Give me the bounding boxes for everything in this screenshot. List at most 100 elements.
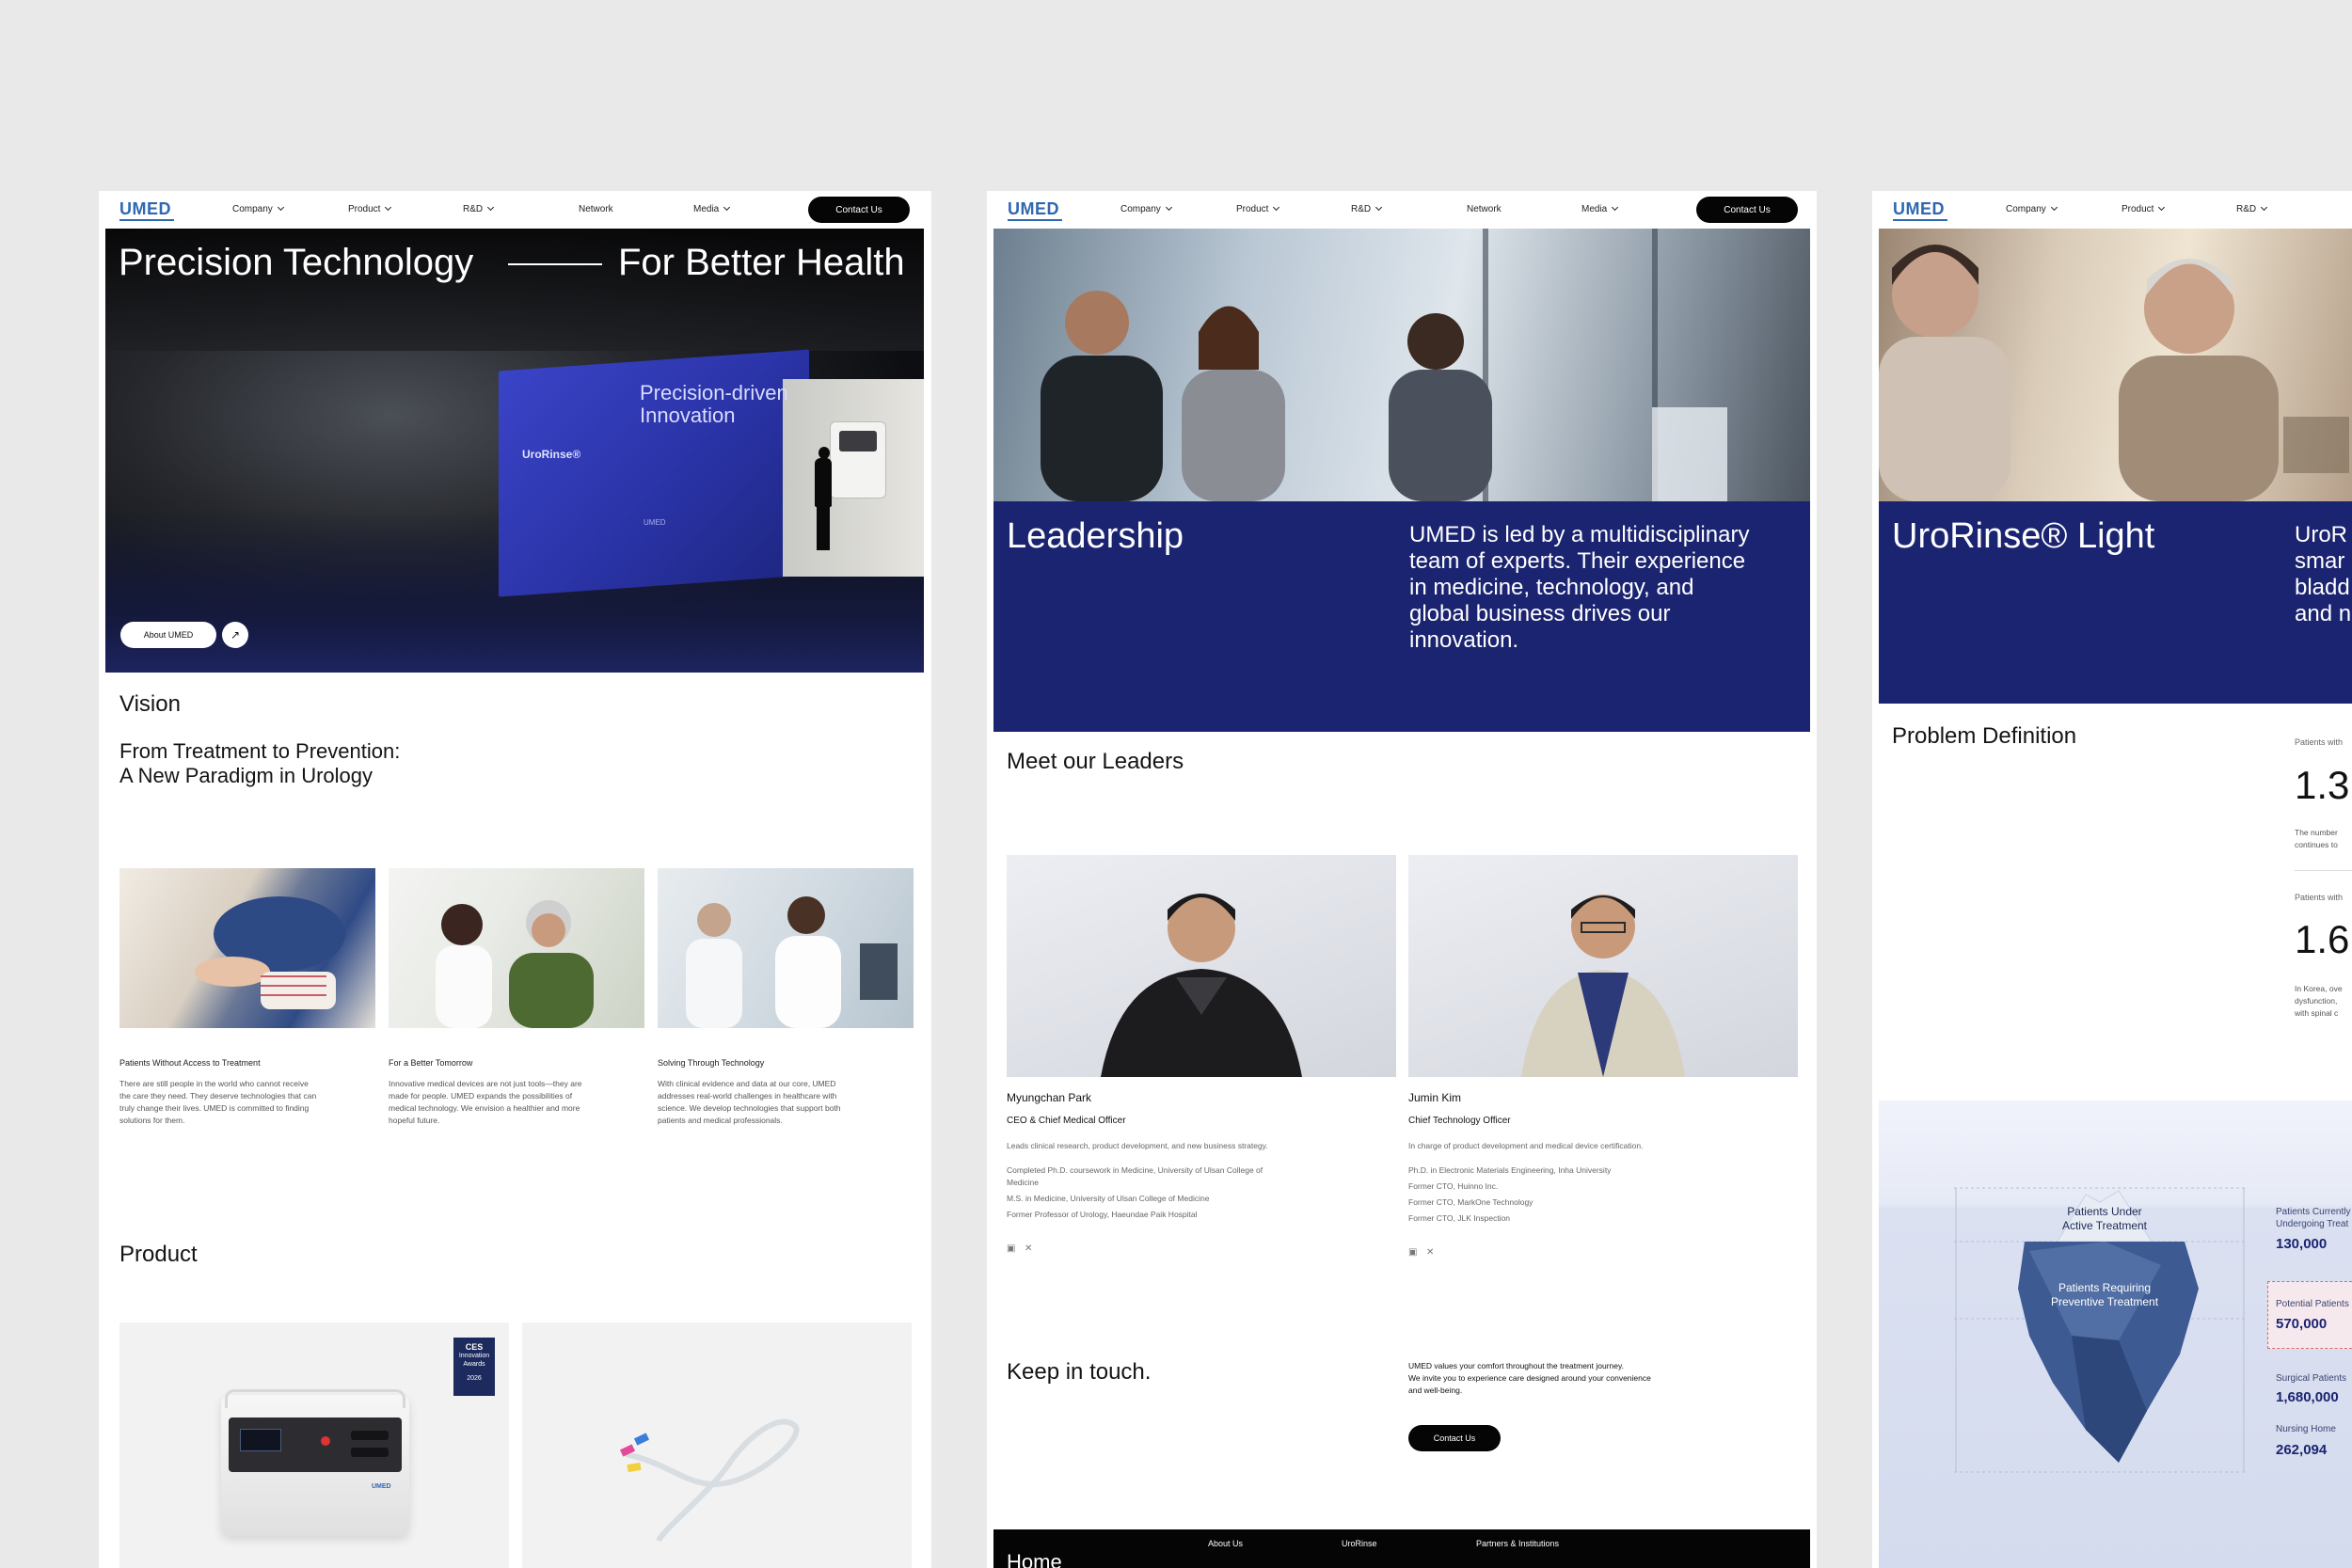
umed-logo[interactable]: UMED (119, 199, 174, 221)
card-desc-line: addresses real-world challenges in healt… (658, 1091, 837, 1101)
meet-leaders-heading: Meet our Leaders (1007, 749, 1184, 774)
side-label: Patients Currently Undergoing Treat (2276, 1206, 2350, 1230)
intro-line: in medicine, technology, and (1409, 575, 1694, 600)
card-title: Patients Without Access to Treatment (119, 1058, 261, 1068)
side-label-line: Potential Patients (2276, 1299, 2349, 1309)
nav-network[interactable]: Network (1467, 204, 1502, 214)
umed-logo[interactable]: UMED (1008, 199, 1062, 221)
chevron-down-icon (2050, 203, 2058, 212)
card-desc-line: solutions for them. (119, 1116, 185, 1125)
ces-badge-year: 2026 (467, 1375, 482, 1382)
nav-media[interactable]: Media (693, 203, 731, 214)
contact-us-button[interactable]: Contact Us (1696, 197, 1798, 223)
iceberg-mid-label-line: Patients Requiring (2058, 1281, 2152, 1294)
leadership-intro: UMED is led by a multidisciplinary team … (1409, 522, 1795, 654)
top-nav: UMED Company Product R&D Network Media C… (987, 191, 1817, 229)
side-number: 1,680,000 (2276, 1389, 2339, 1405)
chevron-down-icon (1612, 203, 1619, 212)
intro-line: smar (2295, 548, 2345, 574)
nav-rnd[interactable]: R&D (1351, 203, 1383, 214)
side-label: Potential Patients (2276, 1298, 2349, 1310)
keep-in-touch-heading: Keep in touch. (1007, 1359, 1152, 1385)
footer-link-urorinse[interactable]: UroRinse (1342, 1539, 1377, 1548)
chevron-down-icon (2158, 203, 2166, 212)
leader-detail: Former CTO, JLK Inspection (1408, 1213, 1511, 1223)
potential-patients-highlight (2267, 1281, 2352, 1349)
nav-company[interactable]: Company (2006, 203, 2058, 214)
chevron-down-icon (1375, 203, 1383, 212)
ces-badge-text: CES (465, 1342, 484, 1352)
leader-detail: M.S. in Medicine, University of Ulsan Co… (1007, 1194, 1210, 1203)
nav-product-label: Product (348, 204, 381, 214)
chevron-down-icon (2261, 203, 2268, 212)
leader-detail: Former CTO, MarkOne Technology (1408, 1197, 1534, 1207)
card-description: There are still people in the world who … (119, 1078, 375, 1127)
leader-summary: In charge of product development and med… (1408, 1141, 1644, 1150)
contact-us-button[interactable]: Contact Us (808, 197, 910, 223)
leader-name: Myungchan Park (1007, 1091, 1092, 1104)
product-page-panel: UMED Company Product R&D UroRinse® Light… (1872, 191, 2352, 1568)
nav-company-label: Company (1120, 204, 1161, 214)
side-label-line: Undergoing Treat (2276, 1219, 2349, 1229)
footer-link-partners[interactable]: Partners & Institutions (1476, 1539, 1559, 1548)
device-brand: UMED (372, 1483, 391, 1490)
footer-link-about[interactable]: About Us (1208, 1539, 1243, 1548)
nav-rnd[interactable]: R&D (2236, 203, 2268, 214)
intro-line: bladd (2295, 575, 2350, 600)
side-number: 130,000 (2276, 1236, 2328, 1252)
keep-contact-button[interactable]: Contact Us (1408, 1425, 1501, 1451)
nav-product-label: Product (1236, 204, 1269, 214)
nav-rnd-label: R&D (463, 204, 484, 214)
ces-badge: CES Innovation Awards 2026 (453, 1338, 495, 1396)
nav-company[interactable]: Company (232, 203, 284, 214)
vision-title-line: A New Paradigm in Urology (119, 764, 373, 787)
nav-rnd-label: R&D (1351, 204, 1372, 214)
nav-rnd[interactable]: R&D (463, 203, 495, 214)
booth-text: Precision-driven Innovation (640, 382, 788, 427)
chevron-down-icon (1165, 203, 1172, 212)
hero-title-right: For Better Health (618, 242, 905, 283)
card-title: Solving Through Technology (658, 1058, 765, 1068)
top-nav: UMED Company Product R&D Network Media C… (99, 191, 931, 229)
booth-text-line: Precision-driven (640, 381, 788, 404)
product-hero-photo (1879, 229, 2352, 501)
nav-company-label: Company (2006, 204, 2046, 214)
umed-logo[interactable]: UMED (1893, 199, 1947, 221)
top-nav: UMED Company Product R&D (1872, 191, 2352, 229)
side-label: Surgical Patients (2276, 1372, 2346, 1385)
iceberg-top-label: Patients Under Active Treatment (2039, 1205, 2170, 1233)
about-umed-button[interactable]: About UMED (120, 622, 216, 648)
card-desc-line: made for people. UMED expands the possib… (389, 1091, 573, 1101)
site-footer: Home About Us UroRinse Partners & Instit… (993, 1529, 1810, 1568)
side-label-line: Nursing Home (2276, 1424, 2336, 1434)
x-icon[interactable]: ✕ (1426, 1247, 1434, 1258)
person-silhouette (813, 447, 834, 550)
arrow-up-right-icon[interactable]: ↗ (222, 622, 248, 648)
nav-product-label: Product (2122, 204, 2154, 214)
stat-label: Patients with (2295, 737, 2344, 747)
card-title: For a Better Tomorrow (389, 1058, 473, 1068)
elderly-couple-illustration (1879, 245, 2349, 501)
nav-product[interactable]: Product (348, 203, 392, 214)
nav-network[interactable]: Network (579, 204, 613, 214)
nav-product[interactable]: Product (1236, 203, 1280, 214)
side-label-line: Patients Currently (2276, 1207, 2351, 1217)
product-card-urorinse[interactable]: CES Innovation Awards 2026 UMED (119, 1323, 509, 1568)
chevron-down-icon (723, 203, 731, 212)
product-card-catheter[interactable] (522, 1323, 912, 1568)
vision-title-line: From Treatment to Prevention: (119, 739, 401, 763)
stat-number: 1.6I (2295, 917, 2352, 961)
nav-company[interactable]: Company (1120, 203, 1172, 214)
leader-portrait (1521, 895, 1685, 1077)
leader-photo-park (1007, 855, 1396, 1077)
urorinse-device: UMED (221, 1389, 409, 1536)
leader-detail: Completed Ph.D. coursework in Medicine, … (1007, 1165, 1263, 1175)
linkedin-icon[interactable]: ▣ (1408, 1247, 1417, 1258)
x-icon[interactable]: ✕ (1025, 1243, 1032, 1254)
leadership-hero-photo (993, 229, 1810, 501)
nav-product[interactable]: Product (2122, 203, 2166, 214)
footer-home[interactable]: Home (1007, 1550, 1062, 1568)
nav-media[interactable]: Media (1581, 203, 1619, 214)
linkedin-icon[interactable]: ▣ (1007, 1243, 1015, 1254)
leader-detail: Former CTO, Huinno Inc. (1408, 1181, 1499, 1191)
